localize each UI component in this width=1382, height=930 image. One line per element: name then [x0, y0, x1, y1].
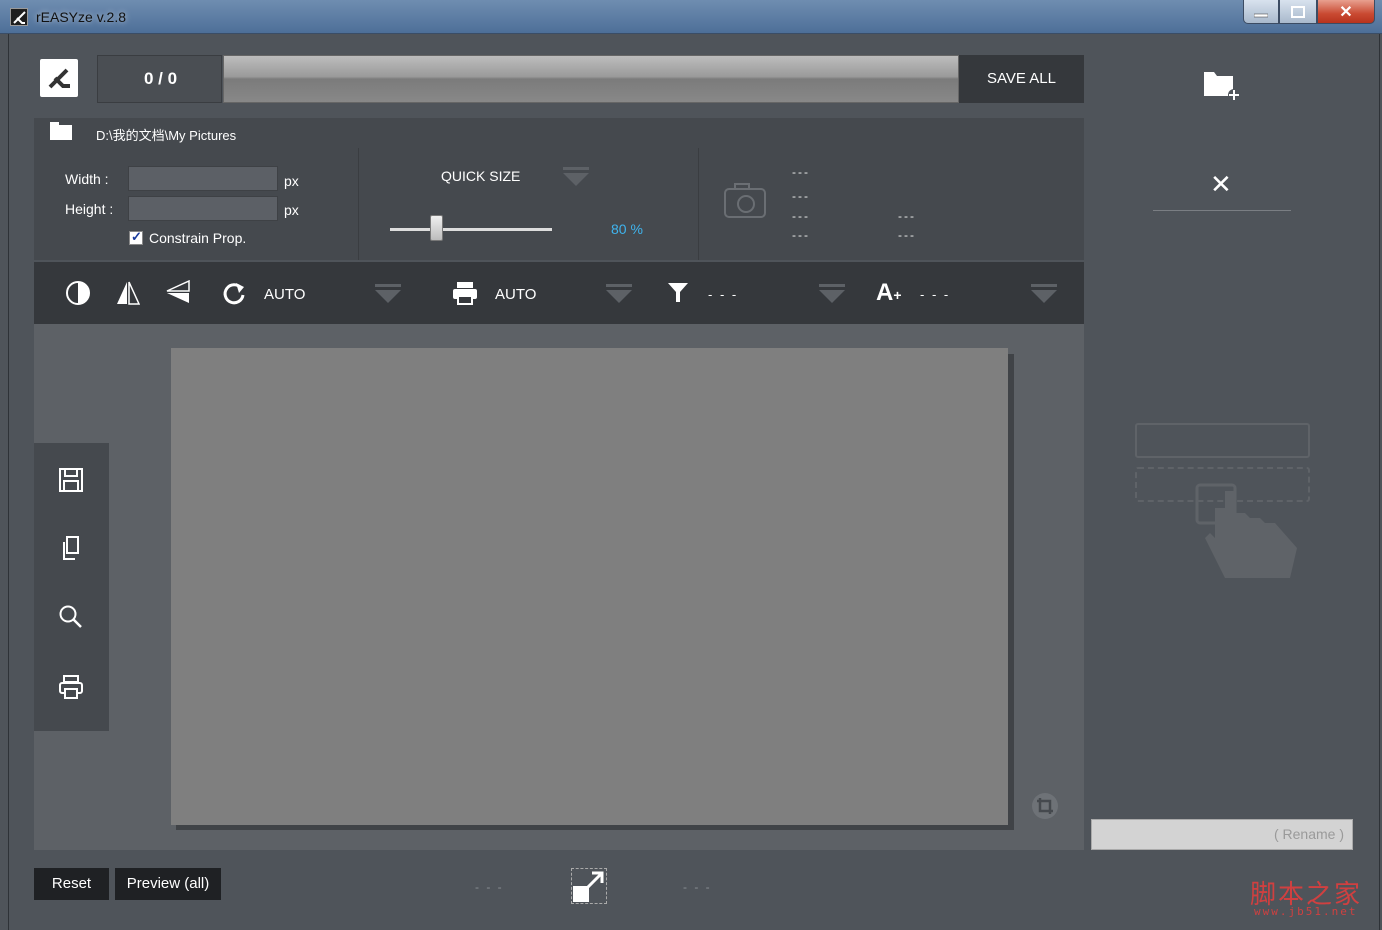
width-label: Width : [65, 171, 109, 187]
add-folder-icon[interactable] [1203, 68, 1240, 101]
title-bar: rEASYze v.2.8 ✕ [0, 0, 1382, 34]
close-window-icon: ✕ [1339, 4, 1353, 21]
rotate-icon[interactable] [221, 280, 247, 313]
bottom-left-value: - - - [475, 880, 504, 894]
drop-zone-box [1135, 423, 1310, 458]
constrain-checkbox[interactable]: ✓ [129, 229, 143, 245]
filter-value: - - - [708, 287, 739, 302]
expand-icon[interactable] [571, 868, 607, 904]
print-icon[interactable] [58, 674, 84, 700]
maximize-button[interactable] [1279, 0, 1317, 24]
info-value-3: --- [792, 209, 810, 223]
info-value-4: --- [792, 228, 810, 242]
quick-size-slider-track[interactable] [390, 228, 552, 231]
close-window-button[interactable]: ✕ [1317, 0, 1375, 24]
constrain-label: Constrain Prop. [149, 230, 247, 246]
close-icon[interactable]: ✕ [1210, 169, 1232, 200]
info-value-6: --- [898, 228, 916, 242]
minimize-icon [1244, 6, 1278, 24]
quick-size-percent: 80 % [611, 221, 643, 237]
height-input[interactable] [128, 196, 278, 221]
app-icon [10, 8, 28, 26]
window-title: rEASYze v.2.8 [36, 9, 127, 25]
path-bar[interactable]: D:\我的文档\My Pictures [34, 118, 1084, 148]
divider [1153, 210, 1291, 211]
copy-icon[interactable] [58, 535, 84, 561]
bottom-right-value: - - - [683, 880, 712, 894]
contrast-icon[interactable] [65, 280, 91, 313]
divider [358, 148, 359, 260]
folder-icon[interactable] [50, 122, 72, 140]
text-dropdown-icon[interactable] [1031, 284, 1057, 304]
image-counter-text: 0 / 0 [144, 69, 178, 88]
print-mode-label: AUTO [495, 286, 537, 303]
info-value-5: --- [898, 209, 916, 223]
filter-dropdown-icon[interactable] [819, 284, 845, 304]
text-value: - - - [920, 287, 951, 302]
info-value-2: --- [792, 189, 810, 203]
printer-icon[interactable] [452, 281, 478, 312]
flip-horizontal-icon[interactable] [116, 280, 141, 313]
maximize-icon [1280, 5, 1316, 23]
drag-drop-icon [1195, 483, 1297, 578]
image-counter: 0 / 0 [97, 55, 222, 103]
quick-size-label: QUICK SIZE [441, 168, 521, 184]
progress-bar [223, 55, 959, 103]
height-unit: px [284, 202, 299, 218]
print-dropdown-icon[interactable] [606, 284, 632, 304]
checkmark-icon: ✓ [131, 229, 142, 244]
crop-icon[interactable] [1032, 793, 1058, 819]
minimize-button[interactable] [1243, 0, 1279, 24]
output-path: D:\我的文档\My Pictures [96, 128, 237, 143]
save-all-button[interactable]: SAVE ALL [959, 55, 1084, 103]
tool-bar: AUTO AUTO - - - A+ - - - [34, 262, 1084, 324]
app-logo-icon [48, 68, 70, 89]
info-value-1: --- [792, 165, 810, 179]
save-icon[interactable] [58, 467, 84, 493]
width-unit: px [284, 173, 299, 189]
divider [698, 148, 699, 260]
text-add-icon[interactable]: A+ [876, 279, 902, 307]
left-sidebar [34, 443, 109, 731]
quick-size-dropdown-icon[interactable] [563, 167, 589, 187]
quick-size-slider-thumb[interactable] [430, 215, 443, 241]
width-input[interactable] [128, 166, 278, 191]
app-logo-button[interactable] [40, 59, 78, 97]
rename-input[interactable]: ( Rename ) [1091, 819, 1353, 850]
image-canvas[interactable] [171, 348, 1008, 825]
filter-icon[interactable] [667, 282, 689, 311]
watermark-url: www.jb51.net [1254, 905, 1358, 918]
height-label: Height : [65, 201, 114, 217]
search-icon[interactable] [58, 604, 84, 630]
reset-button[interactable]: Reset [34, 868, 109, 900]
preview-all-button[interactable]: Preview (all) [115, 868, 221, 900]
camera-icon [724, 183, 766, 218]
rotate-dropdown-icon[interactable] [375, 284, 401, 304]
rotate-mode-label: AUTO [264, 286, 306, 303]
flip-vertical-icon[interactable] [165, 279, 191, 313]
settings-panel: Width : px Height : px ✓ Constrain Prop.… [34, 148, 1084, 260]
